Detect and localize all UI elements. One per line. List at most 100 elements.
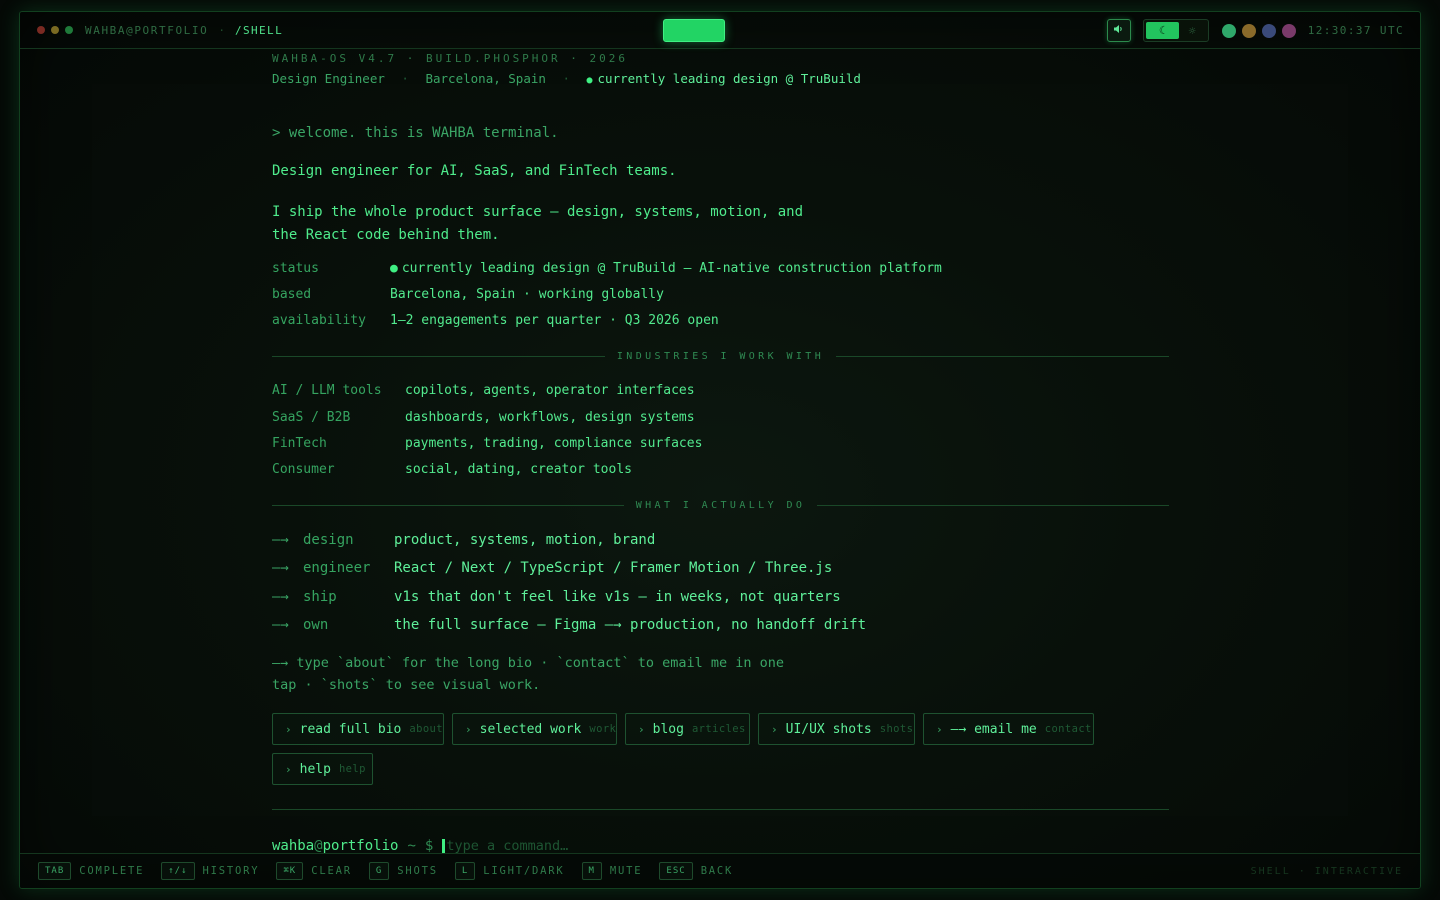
shortcut-history[interactable]: ↑/↓ HISTORY — [161, 862, 259, 880]
chip-label: —→ email me — [950, 721, 1037, 737]
chip-about[interactable]: › read full bio about — [272, 713, 444, 745]
chip-label: help — [299, 761, 331, 777]
theme-toggle[interactable]: ☾ ☼ — [1142, 19, 1209, 42]
fact-value: 1–2 engagements per quarter · Q3 2026 op… — [390, 313, 719, 328]
doing-title: WHAT I ACTUALLY DO — [635, 499, 806, 511]
chip-command: contact — [1044, 723, 1092, 735]
chip-label: blog — [652, 721, 684, 737]
chevron-right-icon: › — [285, 762, 292, 776]
status-text: currently leading design @ TruBuild — [597, 71, 861, 86]
shortcut-shots[interactable]: G SHOTS — [368, 862, 438, 880]
industry-key: AI / LLM tools — [272, 383, 382, 398]
chip-shots[interactable]: › UI/UX shots shots — [758, 713, 915, 745]
headline: Design engineer for AI, SaaS, and FinTec… — [272, 163, 677, 179]
shortcut-complete[interactable]: TAB COMPLETE — [38, 862, 144, 880]
arrow-icon: —→ — [272, 617, 289, 633]
shortcut-label: HISTORY — [202, 865, 260, 877]
prompt-dir: ~ — [407, 838, 416, 854]
doing-row: —→ design product, systems, motion, brand — [272, 532, 655, 548]
doing-row: —→ engineer React / Next / TypeScript / Fr… — [272, 560, 832, 576]
fact-value: currently leading design @ TruBuild — AI… — [401, 261, 942, 276]
top-bar-controls: ☾ ☼ 12:30:37 UTC — [1106, 12, 1404, 49]
sun-icon[interactable]: ☼ — [1179, 24, 1206, 38]
shortcut-label: LIGHT/DARK — [483, 865, 565, 877]
doing-value: React / Next / TypeScript / Framer Motio… — [394, 560, 833, 576]
command-input[interactable] — [446, 838, 747, 854]
doing-divider: WHAT I ACTUALLY DO — [272, 498, 1170, 512]
fact-row: availability 1–2 engagements per quarter … — [272, 313, 719, 328]
chip-contact[interactable]: › —→ email me contact — [923, 713, 1094, 745]
command-prompt: wahba @ portfolio ~ $ — [272, 838, 747, 854]
shortcut-label: MUTE — [609, 865, 643, 877]
os-banner: WAHBA-OS V4.7 · BUILD.PHOSPHOR · 2026 — [272, 52, 629, 65]
fact-key: status — [272, 261, 319, 276]
moon-icon[interactable]: ☾ — [1145, 22, 1179, 39]
active-indicator-pill — [663, 19, 725, 42]
shortcut-back[interactable]: ESC BACK — [659, 862, 733, 880]
doing-value: v1s that don't feel like v1s — in weeks,… — [394, 589, 841, 605]
industry-key: FinTech — [272, 436, 327, 451]
shortcut-clear[interactable]: ⌘K CLEAR — [276, 862, 351, 880]
chevron-right-icon: › — [936, 722, 943, 736]
fact-key: based — [272, 287, 312, 302]
industry-value: payments, trading, compliance surfaces — [405, 436, 703, 451]
prompt-symbol: $ — [424, 838, 434, 854]
swatch-blue[interactable] — [1261, 23, 1276, 38]
doing-row: —→ own the full surface — Figma —→ product… — [272, 617, 866, 633]
chip-command: work — [589, 723, 617, 735]
chevron-right-icon: › — [465, 722, 472, 736]
chip-help[interactable]: › help help — [272, 753, 373, 785]
prompt-divider — [272, 809, 1169, 810]
role: Design Engineer — [272, 71, 385, 86]
terminal-window: WAHBA@PORTFOLIO · /SHELL ☾ ☼ 12:30:37 UT… — [19, 11, 1421, 889]
arrow-icon: —→ — [272, 532, 289, 548]
doing-key: design — [303, 532, 354, 548]
arrow-icon: —→ — [272, 560, 289, 576]
doing-row: —→ ship v1s that don't feel like v1s — in … — [272, 589, 841, 605]
welcome-line: > welcome. this is WAHBA terminal. — [272, 125, 559, 141]
close-dot[interactable] — [37, 26, 45, 34]
shortcut-key: L — [454, 862, 476, 880]
subline-dot: · — [562, 71, 570, 86]
arrow-icon: —→ — [272, 589, 289, 605]
chip-label: UI/UX shots — [785, 721, 872, 737]
text-cursor — [442, 838, 446, 854]
industry-row: FinTech payments, trading, compliance sur… — [272, 436, 702, 451]
industries-divider: INDUSTRIES I WORK WITH — [272, 349, 1170, 363]
chip-command: help — [338, 763, 366, 775]
swatch-green[interactable] — [1221, 23, 1236, 38]
command-hint: —→ type `about` for the long bio · `cont… — [272, 655, 785, 693]
industry-value: dashboards, workflows, design systems — [405, 410, 695, 425]
industry-row: SaaS / B2B dashboards, workflows, design … — [272, 410, 695, 425]
window-controls — [37, 26, 73, 34]
prompt-user: wahba — [272, 838, 315, 854]
shell-mode-label: SHELL · INTERACTIVE — [1250, 865, 1403, 877]
shortcut-label: COMPLETE — [79, 865, 145, 877]
chip-work[interactable]: › selected work work — [452, 713, 617, 745]
chip-label: selected work — [479, 721, 582, 737]
pitch: I ship the whole product surface — desig… — [272, 204, 804, 243]
fact-value: Barcelona, Spain · working globally — [390, 287, 664, 302]
status-dot-icon: ● — [390, 261, 398, 276]
chevron-right-icon: › — [285, 722, 292, 736]
swatch-magenta[interactable] — [1281, 23, 1296, 38]
doing-value: the full surface — Figma —→ production, … — [394, 617, 867, 633]
chip-articles[interactable]: › blog articles — [625, 713, 750, 745]
chip-command: shots — [879, 723, 914, 735]
maximize-dot[interactable] — [65, 26, 73, 34]
shortcut-mute[interactable]: M MUTE — [581, 862, 643, 880]
shortcut-theme[interactable]: L LIGHT/DARK — [454, 862, 565, 880]
sound-toggle-button[interactable] — [1106, 19, 1131, 42]
doing-key: own — [303, 617, 329, 633]
shortcut-label: BACK — [700, 865, 734, 877]
shortcut-key: ↑/↓ — [161, 862, 195, 880]
swatch-amber[interactable] — [1241, 23, 1256, 38]
shortcut-key: TAB — [38, 862, 72, 880]
minimize-dot[interactable] — [51, 26, 59, 34]
top-bar: WAHBA@PORTFOLIO · /SHELL ☾ ☼ 12:30:37 UT… — [20, 12, 1420, 49]
industry-key: SaaS / B2B — [272, 410, 351, 425]
industry-value: social, dating, creator tools — [405, 462, 632, 477]
industries-title: INDUSTRIES I WORK WITH — [616, 350, 825, 362]
prompt-host: portfolio — [322, 838, 399, 854]
fact-row: status ● currently leading design @ TruBui… — [272, 261, 942, 276]
